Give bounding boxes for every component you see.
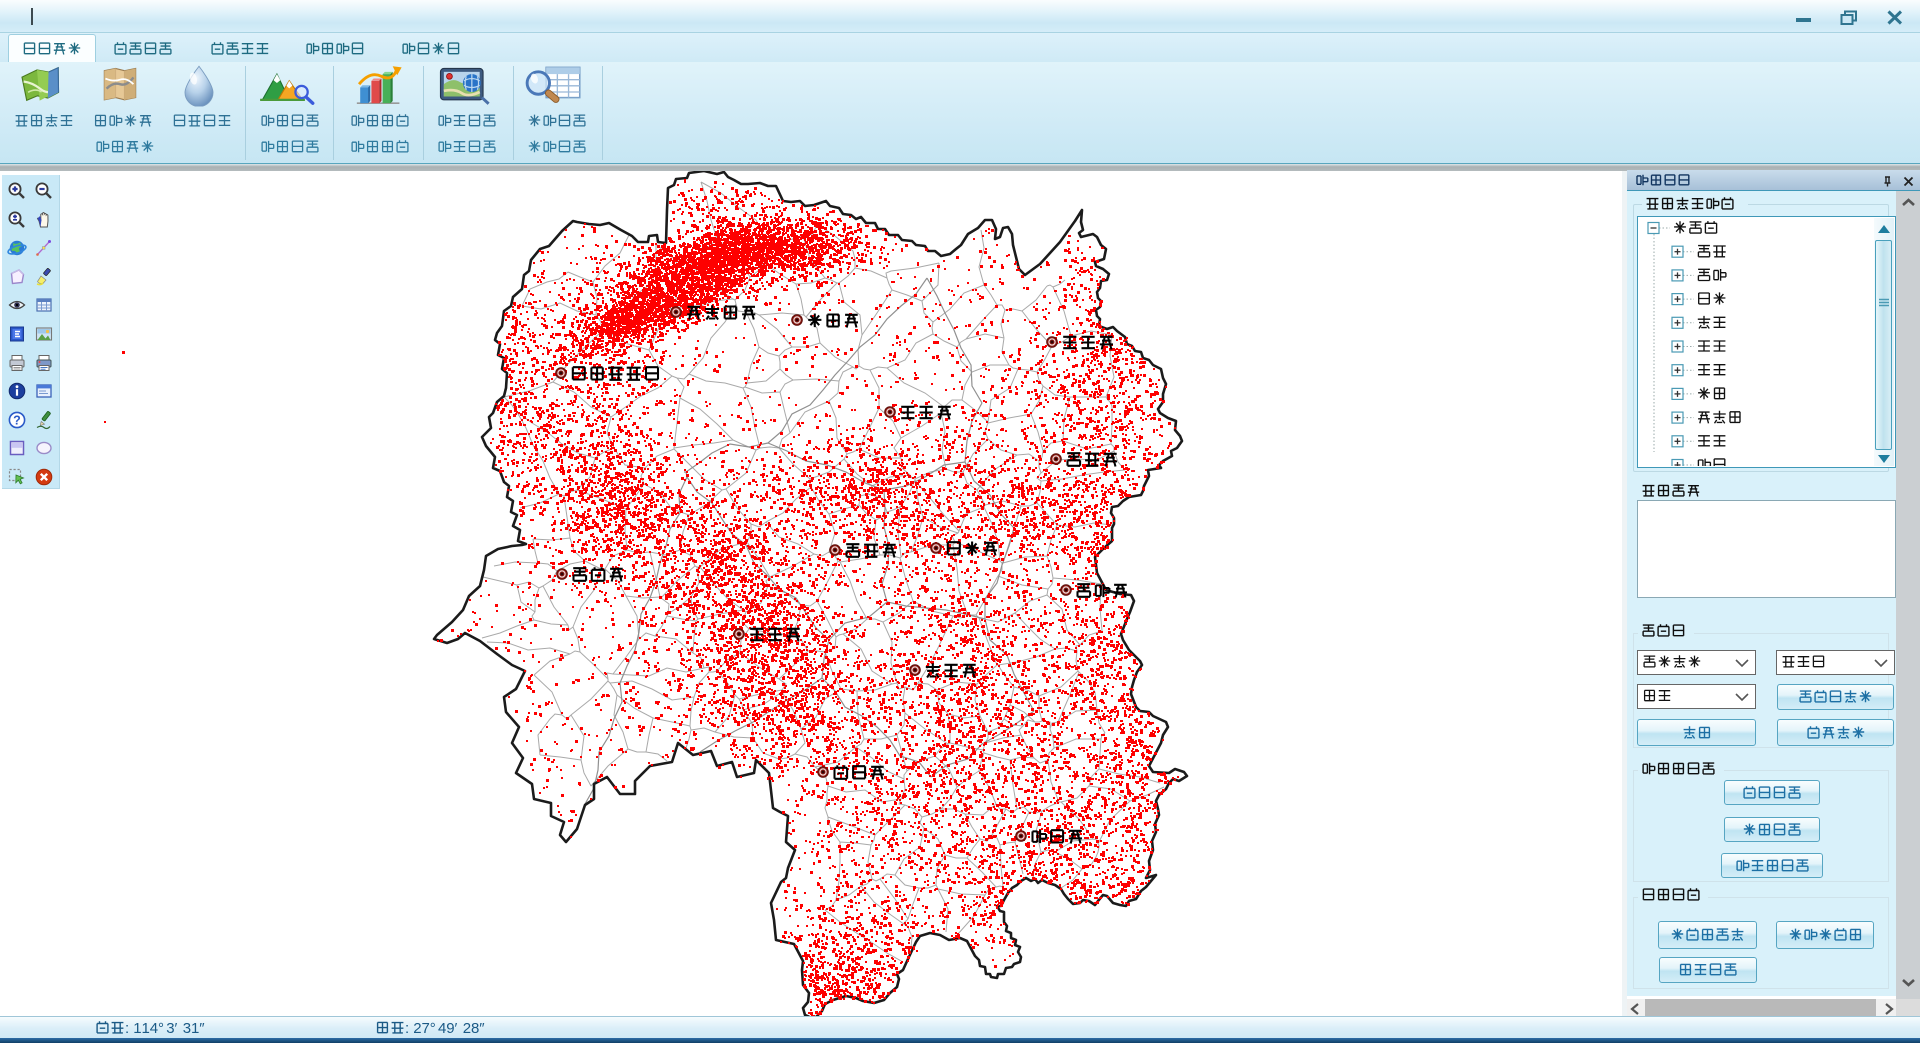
svg-text:″: ″ xyxy=(479,1020,485,1037)
svg-text:3: 3 xyxy=(183,1020,191,1037)
svg-text:4: 4 xyxy=(150,1020,158,1037)
svg-text:9: 9 xyxy=(446,1020,454,1037)
svg-text:4: 4 xyxy=(438,1020,446,1037)
svg-text:′: ′ xyxy=(175,1020,178,1037)
svg-text:7: 7 xyxy=(422,1020,430,1037)
svg-text:2: 2 xyxy=(413,1020,421,1037)
svg-text:1: 1 xyxy=(191,1020,199,1037)
svg-text:″: ″ xyxy=(199,1020,205,1037)
svg-text::: : xyxy=(405,1020,409,1037)
svg-text:′: ′ xyxy=(455,1020,458,1037)
svg-text:3: 3 xyxy=(166,1020,174,1037)
svg-text:?: ? xyxy=(13,413,21,427)
svg-text:°: ° xyxy=(158,1020,164,1037)
svg-text:1: 1 xyxy=(142,1020,150,1037)
svg-text::: : xyxy=(125,1020,129,1037)
svg-text:°: ° xyxy=(430,1020,436,1037)
svg-text:2: 2 xyxy=(463,1020,471,1037)
svg-text:1: 1 xyxy=(133,1020,141,1037)
svg-text:8: 8 xyxy=(471,1020,479,1037)
